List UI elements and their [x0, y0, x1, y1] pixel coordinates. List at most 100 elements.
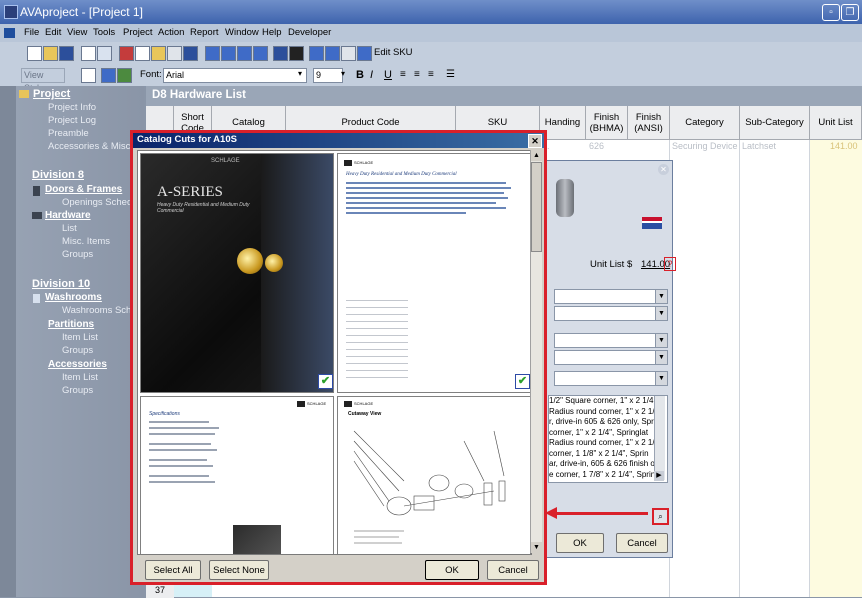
font-size-combo[interactable]: 9 — [313, 68, 343, 83]
nav-division-10[interactable]: Division 10 — [32, 278, 90, 290]
menu-tools[interactable]: Tools — [93, 27, 115, 38]
align-left-icon[interactable]: ≡ — [400, 69, 406, 80]
nav-project-info[interactable]: Project Info — [48, 102, 96, 113]
view-style-combo[interactable]: View Style ▾ — [21, 68, 65, 93]
find-icon[interactable] — [167, 46, 182, 61]
page-1-checkbox[interactable]: ✔ — [318, 374, 333, 389]
nav-washrooms[interactable]: Washrooms — [45, 292, 102, 303]
description-item[interactable]: Radius round corner, 1" x 2 1/ — [549, 438, 667, 449]
save-icon[interactable] — [59, 46, 74, 61]
settings-icon[interactable] — [341, 46, 356, 61]
catalog-ok-button[interactable]: OK — [425, 560, 479, 580]
menu-edit[interactable]: Edit — [45, 27, 61, 38]
open-icon[interactable] — [43, 46, 58, 61]
columns-icon[interactable] — [325, 46, 340, 61]
catalog-browse-icon[interactable]: ⌕ — [652, 508, 669, 525]
table-icon[interactable] — [221, 46, 236, 61]
scroll-thumb[interactable] — [531, 162, 542, 252]
dropdown-1[interactable]: ▼ — [554, 289, 668, 304]
chart-icon[interactable] — [253, 46, 268, 61]
product-cancel-button[interactable]: Cancel — [616, 533, 668, 553]
description-item[interactable]: ar, drive-in, 605 & 626 finish o — [549, 459, 667, 470]
product-ok-button[interactable]: OK — [556, 533, 604, 553]
nav-division-8[interactable]: Division 8 — [32, 169, 84, 181]
menu-help[interactable]: Help — [262, 27, 282, 38]
description-item[interactable]: r, drive-in 605 & 626 only, Spri — [549, 417, 667, 428]
description-item[interactable]: 1/2" Square corner, 1" x 2 1/4 — [549, 396, 667, 407]
bold-button[interactable]: B — [356, 69, 364, 81]
col-category[interactable]: Category — [670, 106, 740, 140]
print-preview-icon[interactable] — [97, 46, 112, 61]
page-2-checkbox[interactable]: ✔ — [515, 374, 530, 389]
catalog-page-3[interactable]: Specifications SCHLAGE — [140, 396, 334, 554]
menu-developer[interactable]: Developer — [288, 27, 331, 38]
filter-icon[interactable] — [309, 46, 324, 61]
align-center-icon[interactable]: ≡ — [414, 69, 420, 80]
nav-accessories[interactable]: Accessories — [48, 359, 107, 370]
dropdown-4[interactable]: ▼ — [554, 350, 668, 365]
nav-misc-items[interactable]: Misc. Items — [62, 236, 110, 247]
scroll-right-icon[interactable]: ▶ — [654, 471, 664, 481]
new-icon[interactable] — [27, 46, 42, 61]
list-icon[interactable]: ☰ — [446, 69, 455, 80]
view-grid-icon[interactable] — [101, 68, 116, 83]
nav-accessories-item-list[interactable]: Item List — [62, 372, 98, 383]
product-close-icon[interactable]: ✕ — [658, 164, 669, 175]
nav-doors-frames[interactable]: Doors & Frames — [45, 184, 122, 195]
catalog-page-1[interactable]: SCHLAGE A-SERIES Heavy Duty Residential … — [140, 153, 334, 393]
font-size-dropdown-icon[interactable]: ▾ — [341, 69, 345, 78]
nav-hardware[interactable]: Hardware — [45, 210, 91, 221]
select-all-button[interactable]: Select All — [145, 560, 201, 580]
nav-partitions[interactable]: Partitions — [48, 319, 94, 330]
dropdown-3[interactable]: ▼ — [554, 333, 668, 348]
description-item[interactable]: e corner, 1 7/8" x 2 1/4", Sprin — [549, 470, 667, 481]
font-name-combo[interactable]: Arial — [163, 68, 307, 83]
nav-hardware-list[interactable]: List — [62, 223, 77, 234]
catalog-page-4[interactable]: SCHLAGE Cutaway View — [337, 396, 531, 554]
dropdown-5[interactable]: ▼ — [554, 371, 668, 386]
nav-project[interactable]: Project — [33, 88, 70, 100]
select-none-button[interactable]: Select None — [209, 560, 269, 580]
col-finish-ansi[interactable]: Finish (ANSI) — [628, 106, 670, 140]
dropdown-2[interactable]: ▼ — [554, 306, 668, 321]
catalog-cancel-button[interactable]: Cancel — [487, 560, 539, 580]
restore-button[interactable]: ❐ — [841, 4, 859, 21]
nav-preamble[interactable]: Preamble — [48, 128, 89, 139]
nav-project-log[interactable]: Project Log — [48, 115, 96, 126]
mdi-doc-icon[interactable] — [4, 28, 15, 38]
col-sub-category[interactable]: Sub-Category — [740, 106, 810, 140]
italic-button[interactable]: I — [370, 69, 373, 81]
font-name-dropdown-icon[interactable]: ▾ — [298, 69, 302, 78]
menu-window[interactable]: Window — [225, 27, 259, 38]
menu-view[interactable]: View — [67, 27, 87, 38]
nav-partitions-item-list[interactable]: Item List — [62, 332, 98, 343]
block-icon[interactable] — [289, 46, 304, 61]
col-finish-bhma[interactable]: Finish (BHMA) — [586, 106, 628, 140]
scroll-down-icon[interactable]: ▼ — [531, 542, 542, 553]
description-item[interactable]: corner, 1 1/8" x 2 1/4", Sprin — [549, 449, 667, 460]
align-right-icon[interactable]: ≡ — [428, 69, 434, 80]
link-icon[interactable] — [273, 46, 288, 61]
nav-hardware-groups[interactable]: Groups — [62, 249, 93, 260]
cut-icon[interactable] — [119, 46, 134, 61]
description-scrollbar[interactable] — [654, 396, 665, 480]
description-list[interactable]: 1/2" Square corner, 1" x 2 1/4 Radius ro… — [548, 395, 668, 483]
paste-icon[interactable] — [151, 46, 166, 61]
catalog-close-button[interactable]: ✕ — [528, 134, 542, 148]
menu-action[interactable]: Action — [158, 27, 184, 38]
report-icon[interactable] — [237, 46, 252, 61]
underline-button[interactable]: U — [384, 69, 392, 81]
menu-report[interactable]: Report — [190, 27, 219, 38]
nav-accessories-groups[interactable]: Groups — [62, 385, 93, 396]
copy-icon[interactable] — [135, 46, 150, 61]
catalog-page-2[interactable]: SCHLAGE Heavy Duty Residential and Mediu… — [337, 153, 531, 393]
edit-sku-icon[interactable] — [357, 46, 372, 61]
layout-icon[interactable] — [81, 68, 96, 83]
menu-project[interactable]: Project — [123, 27, 153, 38]
grid-icon[interactable] — [205, 46, 220, 61]
minimize-button[interactable]: ▫ — [822, 4, 840, 21]
description-item[interactable]: corner, 1" x 2 1/4", Springlat — [549, 428, 667, 439]
scroll-up-icon[interactable]: ▲ — [531, 150, 542, 161]
help-icon[interactable]: ? — [664, 257, 676, 271]
print-icon[interactable] — [81, 46, 96, 61]
